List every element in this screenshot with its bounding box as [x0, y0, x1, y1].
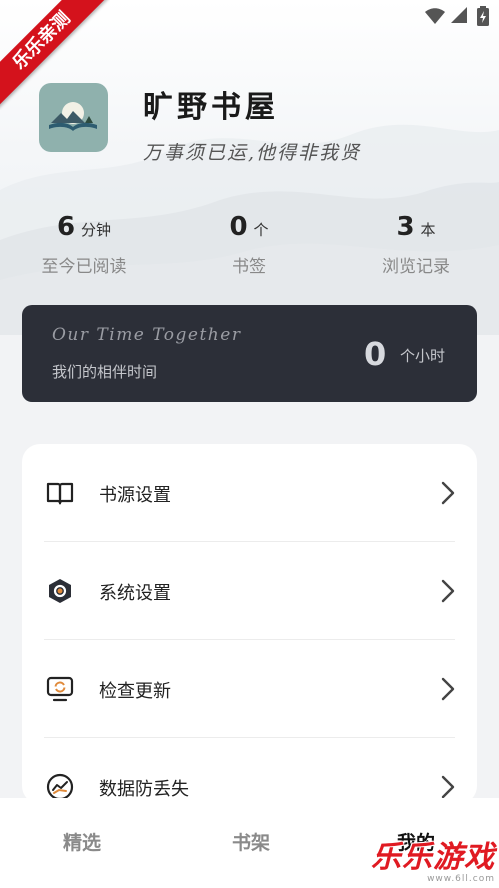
- stat-value: 6: [56, 212, 76, 242]
- app-motto: 万事须已运,他得非我贤: [143, 142, 362, 164]
- tab-bookshelf[interactable]: 书架: [232, 828, 270, 855]
- hexagon-settings-icon: [49, 579, 71, 603]
- menu-item-data-backup[interactable]: 数据防丢失: [22, 738, 477, 804]
- tab-featured[interactable]: 精选: [63, 828, 101, 855]
- status-bar: [379, 0, 499, 30]
- chart-circle-icon: [46, 773, 74, 801]
- menu-item-label: 检查更新: [99, 681, 171, 702]
- bottom-navigation: 精选 书架 我的 乐乐游戏 www.6ll.com: [0, 798, 499, 888]
- stat-label: 书签: [232, 257, 266, 277]
- chevron-right-icon: [441, 579, 455, 603]
- time-card-hours: 0: [364, 335, 387, 373]
- stat-unit: 分钟: [81, 221, 112, 239]
- signal-icon: [451, 7, 467, 23]
- time-card-title-cn: 我们的相伴时间: [52, 363, 158, 381]
- stat-label: 至今已阅读: [41, 257, 127, 277]
- watermark-brand: 乐乐游戏: [371, 840, 495, 875]
- battery-charging-icon: [477, 6, 489, 26]
- stat-value: 0: [229, 212, 248, 242]
- book-open-icon: [46, 482, 74, 505]
- menu-item-label: 书源设置: [99, 485, 171, 506]
- stat-history[interactable]: 3本 浏览记录: [341, 212, 491, 277]
- stat-unit: 本: [420, 221, 436, 239]
- stat-value: 3: [396, 212, 415, 242]
- chevron-right-icon: [441, 775, 455, 799]
- corner-watermark: 乐乐游戏 www.6ll.com: [371, 832, 495, 884]
- stat-bookmarks[interactable]: 0个 书签: [174, 212, 324, 277]
- time-card-title-en: Our Time Together: [52, 325, 242, 345]
- app-name: 旷野书屋: [143, 90, 279, 125]
- menu-item-check-update[interactable]: 检查更新: [22, 640, 477, 738]
- companion-time-card: Our Time Together 我们的相伴时间 0 个小时: [22, 305, 477, 402]
- stat-unit: 个: [253, 221, 269, 239]
- stat-reading-time[interactable]: 6 分钟 至今已阅读: [9, 212, 159, 277]
- settings-menu: 书源设置 系统设置 检查更新 数据防丢失: [22, 444, 477, 804]
- chevron-right-icon: [441, 481, 455, 505]
- menu-item-book-source[interactable]: 书源设置: [22, 444, 477, 542]
- watermark-ribbon: 乐乐亲测: [0, 0, 110, 110]
- time-card-hours-unit: 个小时: [400, 347, 446, 365]
- watermark-ribbon-text: 乐乐亲测: [0, 0, 110, 109]
- wifi-icon: [425, 8, 445, 24]
- monitor-refresh-icon: [46, 676, 74, 702]
- stat-label: 浏览记录: [382, 257, 450, 277]
- chevron-right-icon: [441, 677, 455, 701]
- menu-item-system-settings[interactable]: 系统设置: [22, 542, 477, 640]
- menu-item-label: 系统设置: [99, 583, 171, 604]
